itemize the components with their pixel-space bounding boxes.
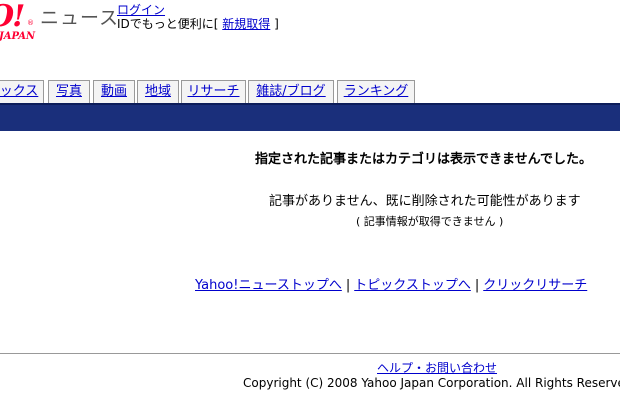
logo-registered-mark: ® bbox=[27, 19, 34, 27]
error-title: 指定された記事またはカテゴリは表示できませんでした。 bbox=[255, 152, 592, 167]
yahoo-logo[interactable]: O! ® JAPAN bbox=[0, 2, 38, 42]
logo-japan-text: JAPAN bbox=[0, 31, 36, 42]
tab-label: 地域 bbox=[144, 84, 171, 99]
error-message: 記事がありません、既に削除された可能性があります bbox=[269, 194, 581, 209]
help-contact-link[interactable]: ヘルプ・お問い合わせ bbox=[377, 361, 497, 375]
login-promo-suffix: ] bbox=[270, 17, 279, 31]
tab-label: リサーチ bbox=[187, 84, 240, 99]
tab-label: ランキング bbox=[343, 84, 409, 99]
tab-label: 動画 bbox=[100, 84, 127, 99]
tab-magazine-blog[interactable]: 雑誌/ブログ bbox=[248, 80, 334, 103]
copyright-text: Copyright (C) 2008 Yahoo Japan Corporati… bbox=[243, 376, 620, 390]
page-header: O! ® JAPAN ニュース ログイン IDでもっと便利に[ 新規取得 ] bbox=[0, 0, 620, 70]
tab-videos[interactable]: 動画 bbox=[93, 80, 135, 103]
logo-mark: O! bbox=[0, 2, 25, 34]
tab-label: 雑誌/ブログ bbox=[256, 84, 326, 99]
topics-top-link[interactable]: トピックストップへ bbox=[354, 278, 471, 293]
tab-photos[interactable]: 写真 bbox=[48, 80, 90, 103]
navigation-links: Yahoo!ニューストップへ | トピックストップへ | クリックリサーチ bbox=[195, 278, 587, 294]
error-note: ( 記事情報が取得できません ) bbox=[356, 215, 504, 228]
tab-label: ックス bbox=[0, 84, 39, 99]
tab-research[interactable]: リサーチ bbox=[181, 80, 246, 103]
register-link[interactable]: 新規取得 bbox=[222, 17, 270, 31]
news-top-link[interactable]: Yahoo!ニューストップへ bbox=[195, 278, 342, 293]
tab-topics[interactable]: ックス bbox=[0, 80, 44, 103]
service-name: ニュース bbox=[40, 7, 120, 29]
tab-label: 写真 bbox=[55, 84, 82, 99]
click-research-link[interactable]: クリックリサーチ bbox=[483, 278, 587, 293]
link-separator: | bbox=[345, 278, 351, 293]
category-tabs: ックス 写真 動画 地域 リサーチ 雑誌/ブログ ランキング bbox=[0, 80, 620, 103]
login-promo-prefix: IDでもっと便利に[ bbox=[117, 17, 223, 31]
login-link[interactable]: ログイン bbox=[117, 3, 165, 17]
tab-ranking[interactable]: ランキング bbox=[337, 80, 415, 103]
link-separator: | bbox=[474, 278, 480, 293]
login-promo: IDでもっと便利に[ 新規取得 ] bbox=[117, 17, 279, 31]
tab-local[interactable]: 地域 bbox=[137, 80, 179, 103]
footer-divider bbox=[0, 353, 620, 354]
nav-bar bbox=[0, 103, 620, 131]
